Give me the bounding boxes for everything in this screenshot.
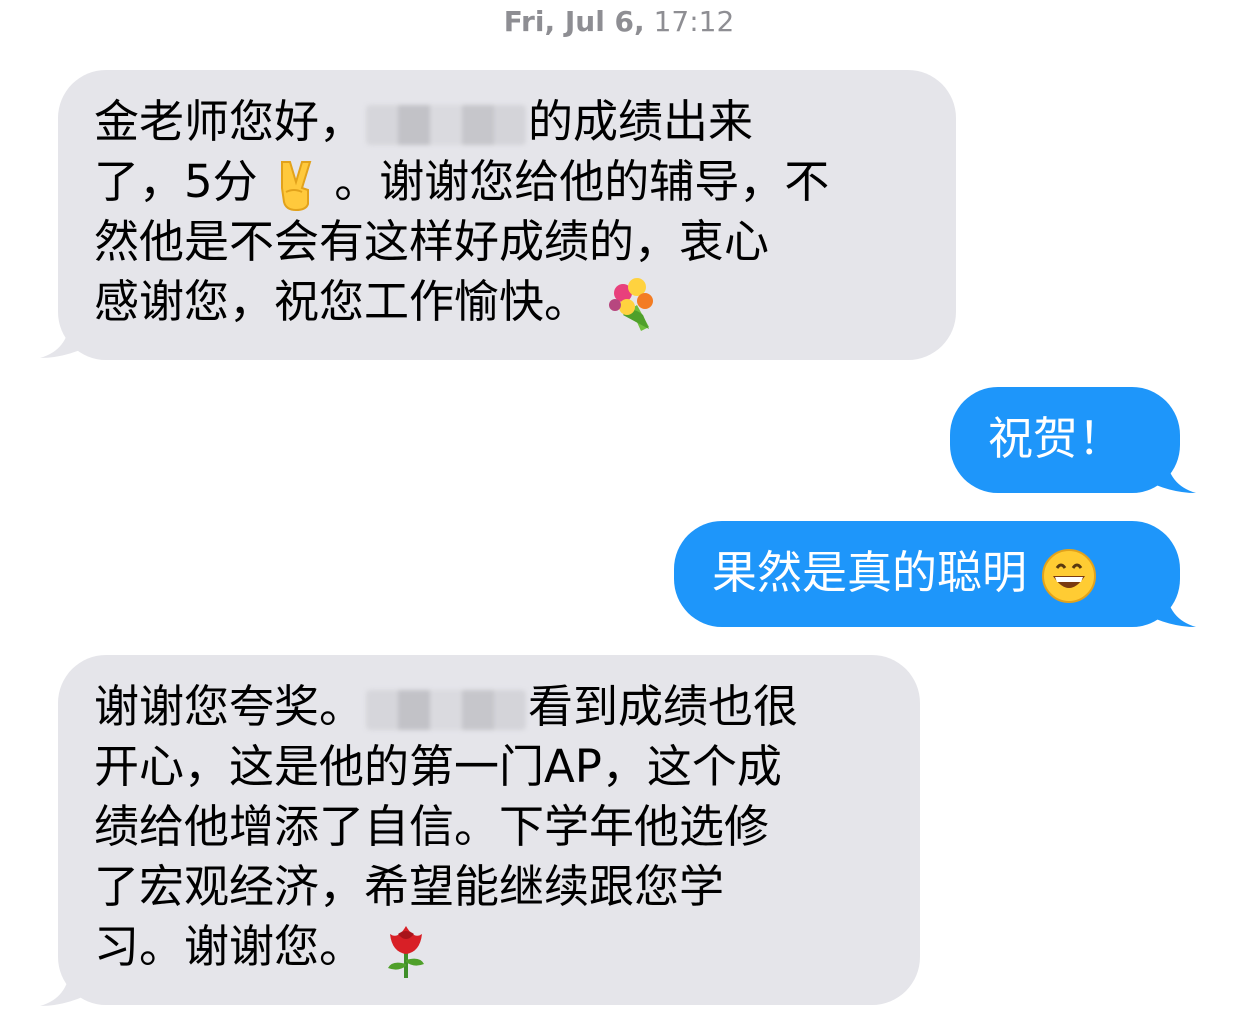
- message-line: 绩给他增添了自信。下学年他选修: [94, 800, 770, 853]
- outgoing-bubble-tail: [1136, 589, 1196, 627]
- message-line: 了，5分 。谢谢您给他的辅导，不: [94, 152, 926, 212]
- redacted-name: [366, 690, 527, 730]
- message-line: 然他是不会有这样好成绩的，衷心: [94, 215, 770, 268]
- message-text: 习。谢谢您。: [94, 920, 365, 973]
- victory-hand-emoji: [280, 161, 312, 212]
- rose-emoji: [388, 926, 425, 978]
- outgoing-message-bubble[interactable]: 果然是真的聪明: [674, 521, 1180, 627]
- bouquet-emoji: [609, 278, 654, 331]
- incoming-message-bubble[interactable]: 金老师您好， 的成绩出来 了，5分 。谢谢您给他的辅导，不 然他是不会有这样好成绩…: [58, 70, 956, 360]
- message-line: 习。谢谢您。: [94, 917, 890, 980]
- outgoing-bubble-tail: [1136, 455, 1196, 493]
- message-text: 谢谢您夸奖。: [94, 680, 365, 733]
- timestamp-time: 17:12: [653, 5, 735, 38]
- message-text: 。谢谢您给他的辅导，不: [334, 155, 830, 208]
- message-line: 金老师您好， 的成绩出来: [94, 92, 926, 152]
- incoming-bubble-tail: [40, 320, 100, 358]
- message-text: 看到成绩也很: [528, 680, 799, 733]
- grinning-face-emoji: [1042, 549, 1097, 603]
- message-line: 了宏观经济，希望能继续跟您学: [94, 860, 725, 913]
- message-text: 感谢您，祝您工作愉快。: [94, 275, 590, 328]
- message-text: 了，5分: [94, 155, 258, 208]
- message-line: 谢谢您夸奖。 看到成绩也很: [94, 677, 890, 737]
- message-text: 祝贺！: [988, 412, 1124, 465]
- redacted-name: [366, 105, 527, 145]
- message-timestamp: Fri, Jul 6, 17:12: [0, 4, 1238, 40]
- message-line: 感谢您，祝您工作愉快。: [94, 272, 926, 335]
- incoming-bubble-tail: [40, 968, 100, 1006]
- message-text: 果然是真的聪明: [712, 546, 1028, 599]
- timestamp-date: Fri, Jul 6,: [503, 5, 645, 38]
- message-line: 开心，这是他的第一门AP，这个成: [94, 740, 782, 793]
- incoming-message-bubble[interactable]: 谢谢您夸奖。 看到成绩也很 开心，这是他的第一门AP，这个成 绩给他增添了自信。下…: [58, 655, 920, 1005]
- message-text: 金老师您好，: [94, 95, 365, 148]
- message-text: 的成绩出来: [528, 95, 754, 148]
